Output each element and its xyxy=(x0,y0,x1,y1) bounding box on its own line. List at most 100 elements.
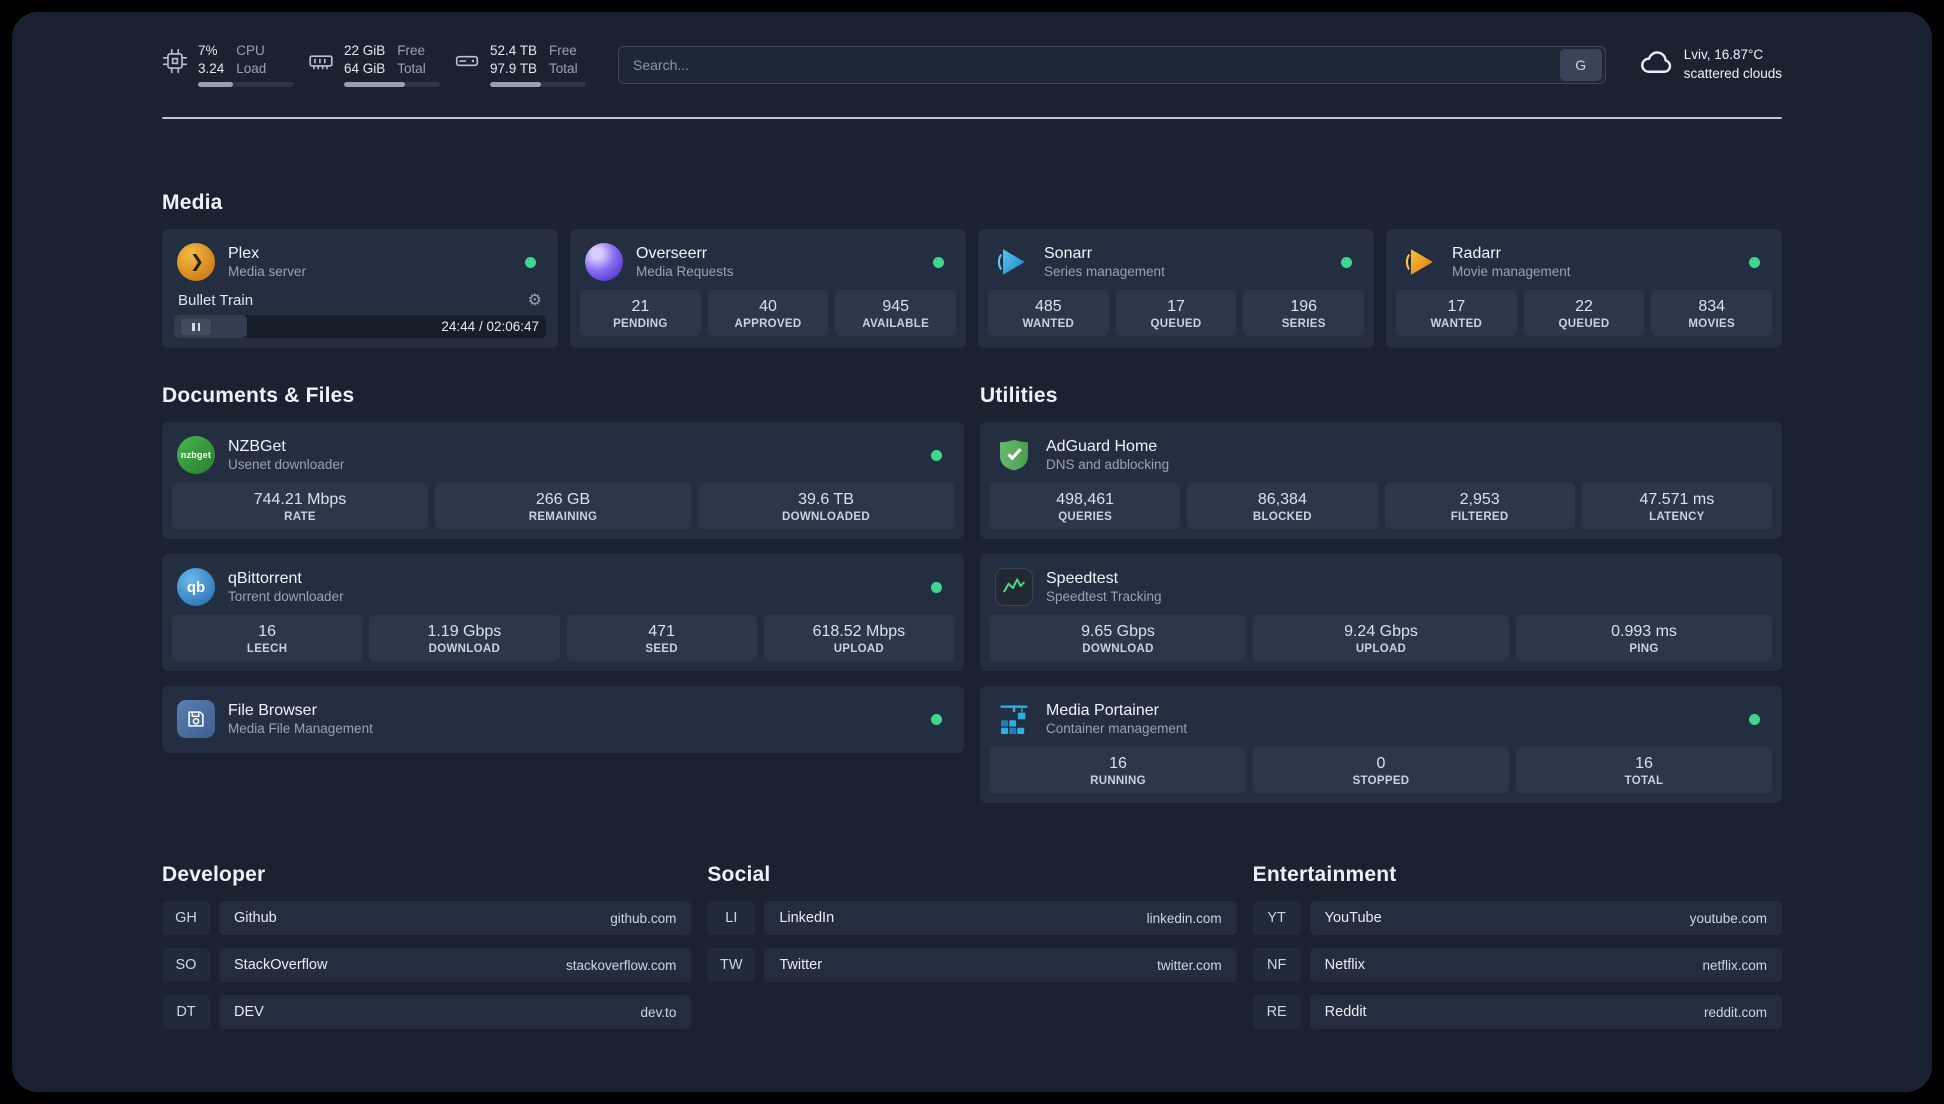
stat-value: 40 xyxy=(759,298,777,316)
service-card-speedtest[interactable]: Speedtest Speedtest Tracking 9.65 Gbps D… xyxy=(980,554,1782,672)
stat-label: DOWNLOADED xyxy=(782,511,870,524)
memory-total-label: Total xyxy=(397,60,426,76)
stat-value: 0 xyxy=(1376,755,1386,773)
stat-label: DOWNLOAD xyxy=(1082,643,1154,656)
status-dot xyxy=(931,713,942,725)
bookmark-group-social: Social LI LinkedIn linkedin.com TW Twitt… xyxy=(707,863,1237,1029)
service-card-qbittorrent[interactable]: qb qBittorrent Torrent downloader 16 LEE… xyxy=(162,554,964,672)
stat-filtered: 2,953 FILTERED xyxy=(1384,483,1575,530)
bookmark-name: Reddit xyxy=(1324,1004,1367,1021)
section-title-entertainment: Entertainment xyxy=(1252,863,1397,887)
bookmark-netflix[interactable]: NF Netflix netflix.com xyxy=(1252,948,1782,983)
gear-icon[interactable]: ⚙ xyxy=(528,292,542,309)
stat-label: QUERIES xyxy=(1058,511,1113,524)
memory-icon xyxy=(308,42,334,79)
service-name: Speedtest xyxy=(1046,569,1119,587)
stat-value: 16 xyxy=(258,623,277,641)
service-card-radarr[interactable]: Radarr Movie management 17 WANTED 22 QUE… xyxy=(1386,229,1782,349)
stat-label: RUNNING xyxy=(1090,775,1146,788)
top-bar: 7% 3.24 CPU Load 22 GiB 64 GiB Free Tota… xyxy=(162,38,1782,88)
service-name: AdGuard Home xyxy=(1046,437,1158,455)
stat-value: 39.6 TB xyxy=(798,491,854,509)
service-card-adguard[interactable]: AdGuard Home DNS and adblocking 498,461 … xyxy=(980,422,1782,540)
search-provider-button[interactable]: G xyxy=(1559,48,1602,81)
stat-label: BLOCKED xyxy=(1252,511,1312,524)
section-title-social: Social xyxy=(707,863,771,887)
cpu-percent: 7% xyxy=(198,43,218,58)
bookmark-youtube[interactable]: YT YouTube youtube.com xyxy=(1252,901,1782,936)
stats-row: 9.65 Gbps DOWNLOAD 9.24 Gbps UPLOAD 0.99… xyxy=(990,615,1772,662)
resource-widgets: 7% 3.24 CPU Load 22 GiB 64 GiB Free Tota… xyxy=(162,42,586,88)
service-name: qBittorrent xyxy=(228,569,302,587)
stats-row: 485 WANTED 17 QUEUED 196 SERIES xyxy=(988,290,1365,337)
stat-label: WANTED xyxy=(1430,318,1483,331)
disk-total-label: Total xyxy=(549,60,578,76)
stat-value: 2,953 xyxy=(1459,491,1500,509)
stats-row: 498,461 QUERIES 86,384 BLOCKED 2,953 FIL… xyxy=(990,483,1772,530)
service-card-nzbget[interactable]: nzbget NZBGet Usenet downloader 744.21 M… xyxy=(162,422,964,540)
bookmark-stackoverflow[interactable]: SO StackOverflow stackoverflow.com xyxy=(162,948,692,983)
bookmark-abbr: RE xyxy=(1252,995,1301,1030)
service-card-sonarr[interactable]: Sonarr Series management 485 WANTED 17 Q… xyxy=(978,229,1374,349)
stats-row: 17 WANTED 22 QUEUED 834 MOVIES xyxy=(1396,290,1773,337)
search-input[interactable] xyxy=(619,56,1560,73)
pause-button[interactable] xyxy=(181,318,211,335)
stat-label: LATENCY xyxy=(1649,511,1705,524)
memory-free-label: Free xyxy=(397,43,426,58)
stat-queued: 17 QUEUED xyxy=(1115,290,1237,337)
service-card-portainer[interactable]: Media Portainer Container management 16 … xyxy=(980,686,1782,804)
stat-value: 471 xyxy=(648,623,675,641)
stat-remaining: 266 GB REMAINING xyxy=(435,483,691,530)
bookmark-abbr: GH xyxy=(162,901,210,936)
bookmark-dev[interactable]: DT DEV dev.to xyxy=(162,995,692,1030)
plex-icon: ❯ xyxy=(176,242,216,282)
stat-value: 266 GB xyxy=(535,491,591,509)
memory-total: 64 GiB xyxy=(344,60,386,76)
memory-bar xyxy=(344,82,440,88)
filebrowser-icon xyxy=(176,699,216,739)
cpu-load-label: Load xyxy=(236,60,267,76)
radarr-icon xyxy=(1400,242,1440,282)
stat-value: 0.993 ms xyxy=(1611,623,1677,641)
bookmark-twitter[interactable]: TW Twitter twitter.com xyxy=(707,948,1237,983)
bookmark-reddit[interactable]: RE Reddit reddit.com xyxy=(1252,995,1782,1030)
stat-series: 196 SERIES xyxy=(1243,290,1365,337)
stat-rate: 744.21 Mbps RATE xyxy=(172,483,428,530)
cpu-load: 3.24 xyxy=(198,60,225,76)
stat-upload: 618.52 Mbps UPLOAD xyxy=(763,615,954,662)
service-name: NZBGet xyxy=(228,437,286,455)
section-title-documents: Documents & Files xyxy=(162,384,355,408)
playback-time: 24:44 / 02:06:47 xyxy=(441,319,539,335)
service-desc: Usenet downloader xyxy=(228,456,345,472)
stat-value: 17 xyxy=(1447,298,1466,316)
playback-progress-bar[interactable]: 24:44 / 02:06:47 xyxy=(174,315,546,339)
stat-label: TOTAL xyxy=(1624,775,1664,788)
bookmark-github[interactable]: GH Github github.com xyxy=(162,901,692,936)
service-desc: Media File Management xyxy=(228,720,373,736)
memory-values: 22 GiB 64 GiB xyxy=(344,42,385,77)
stat-label: QUEUED xyxy=(1558,318,1610,331)
stat-label: SERIES xyxy=(1281,318,1326,331)
service-card-overseerr[interactable]: Overseerr Media Requests 21 PENDING 40 A… xyxy=(570,229,966,349)
now-playing-title: Bullet Train xyxy=(178,292,254,310)
service-card-plex[interactable]: ❯ Plex Media server Bullet Train ⚙ 24:44… xyxy=(162,229,558,349)
stat-movies: 834 MOVIES xyxy=(1651,290,1773,337)
service-name: Radarr xyxy=(1452,244,1501,262)
service-name: Plex xyxy=(228,244,260,262)
memory-free: 22 GiB xyxy=(344,43,386,58)
stat-value: 17 xyxy=(1167,298,1185,316)
stat-value: 9.65 Gbps xyxy=(1081,623,1155,641)
memory-widget: 22 GiB 64 GiB Free Total xyxy=(308,42,440,88)
stat-value: 21 xyxy=(631,298,650,316)
search-box: G xyxy=(618,45,1606,84)
bookmark-linkedin[interactable]: LI LinkedIn linkedin.com xyxy=(707,901,1237,936)
bookmark-group-developer: Developer GH Github github.com SO StackO… xyxy=(162,863,692,1030)
bookmark-url: youtube.com xyxy=(1689,910,1767,926)
status-dot xyxy=(525,256,536,268)
cloud-icon xyxy=(1638,44,1674,85)
stat-stopped: 0 STOPPED xyxy=(1253,747,1509,794)
service-desc: DNS and adblocking xyxy=(1046,456,1170,472)
portainer-icon xyxy=(994,699,1034,739)
stat-value: 86,384 xyxy=(1257,491,1307,509)
service-card-filebrowser[interactable]: File Browser Media File Management xyxy=(162,686,964,754)
